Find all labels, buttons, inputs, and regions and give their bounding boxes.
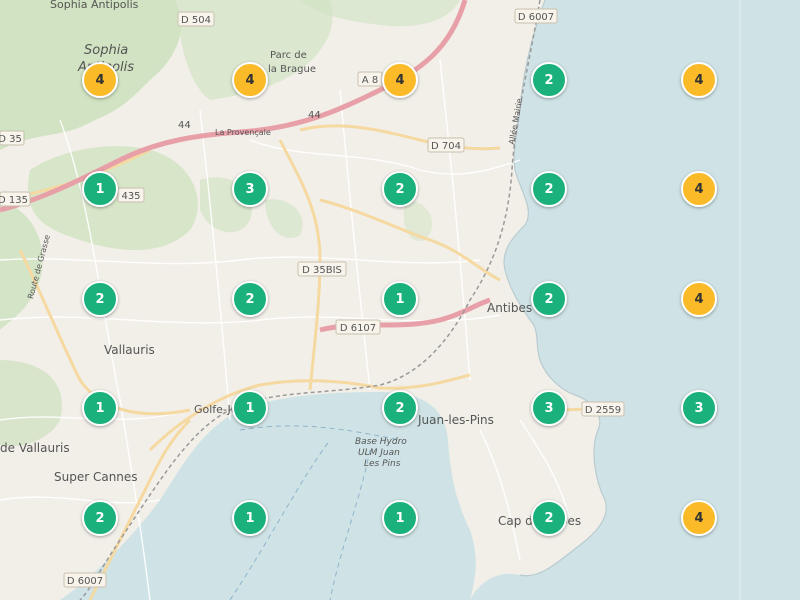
road-shield: D 504 (177, 11, 215, 27)
cluster-marker[interactable]: 4 (681, 281, 717, 317)
svg-text:D 6007: D 6007 (518, 12, 554, 23)
road-shield: A 8 (357, 71, 383, 87)
place-label: Sophia (84, 43, 128, 58)
svg-text:D 6107: D 6107 (340, 323, 376, 334)
cluster-marker[interactable]: 2 (382, 171, 418, 207)
road-shield: D 35BIS (297, 261, 347, 277)
cluster-marker[interactable]: 2 (531, 171, 567, 207)
svg-text:D 704: D 704 (431, 141, 461, 152)
place-label: la Brague (268, 64, 316, 75)
cluster-marker[interactable]: 2 (82, 281, 118, 317)
svg-text:D 35: D 35 (0, 134, 22, 145)
road-label: 44 (308, 110, 321, 121)
road-shield: D 35 (0, 130, 25, 146)
cluster-marker[interactable]: 2 (531, 281, 567, 317)
road-shield: D 2559 (581, 401, 625, 417)
cluster-marker[interactable]: 3 (232, 171, 268, 207)
place-label: Les Pins (364, 459, 401, 469)
road-shield: D 6007 (514, 8, 558, 24)
cluster-marker[interactable]: 4 (681, 500, 717, 536)
cluster-marker[interactable]: 2 (531, 500, 567, 536)
svg-text:44: 44 (308, 110, 321, 121)
place-label: Parc de (270, 50, 307, 61)
place-label: Base Hydro (355, 437, 407, 447)
svg-text:D 2559: D 2559 (585, 405, 621, 416)
cluster-marker[interactable]: 4 (681, 62, 717, 98)
road-shield: D 135 (0, 191, 31, 207)
cluster-marker[interactable]: 2 (382, 390, 418, 426)
cluster-marker[interactable]: 1 (82, 390, 118, 426)
place-label: Sophia Antipolis (50, 0, 139, 11)
place-label: de Vallauris (0, 441, 70, 455)
svg-text:D 35BIS: D 35BIS (302, 265, 342, 276)
place-label: Super Cannes (54, 470, 138, 484)
cluster-marker[interactable]: 2 (232, 281, 268, 317)
road-shield: 435 (117, 187, 145, 203)
cluster-marker[interactable]: 1 (232, 390, 268, 426)
cluster-marker[interactable]: 3 (531, 390, 567, 426)
cluster-marker[interactable]: 2 (82, 500, 118, 536)
svg-text:D 504: D 504 (181, 15, 211, 26)
road-shield: D 6107 (335, 319, 381, 335)
svg-text:A 8: A 8 (362, 75, 378, 86)
road-shield: D 6007 (63, 572, 107, 588)
cluster-marker[interactable]: 4 (382, 62, 418, 98)
cluster-marker[interactable]: 4 (232, 62, 268, 98)
place-label: La Provençale (215, 128, 271, 137)
cluster-marker[interactable]: 1 (382, 500, 418, 536)
place-label: ULM Juan (358, 448, 400, 458)
place-label: Juan-les-Pins (417, 413, 494, 427)
svg-text:435: 435 (121, 191, 140, 202)
cluster-marker[interactable]: 2 (531, 62, 567, 98)
cluster-marker[interactable]: 1 (82, 171, 118, 207)
svg-text:D 6007: D 6007 (67, 576, 103, 587)
road-shield: D 704 (427, 137, 465, 153)
cluster-marker[interactable]: 1 (232, 500, 268, 536)
place-label: Vallauris (104, 343, 155, 357)
cluster-marker[interactable]: 3 (681, 390, 717, 426)
cluster-marker[interactable]: 4 (681, 171, 717, 207)
cluster-marker[interactable]: 1 (382, 281, 418, 317)
cluster-marker[interactable]: 4 (82, 62, 118, 98)
road-label: 44 (178, 120, 191, 131)
svg-text:D 135: D 135 (0, 195, 28, 206)
place-label: Antibes (487, 301, 532, 315)
svg-text:44: 44 (178, 120, 191, 131)
